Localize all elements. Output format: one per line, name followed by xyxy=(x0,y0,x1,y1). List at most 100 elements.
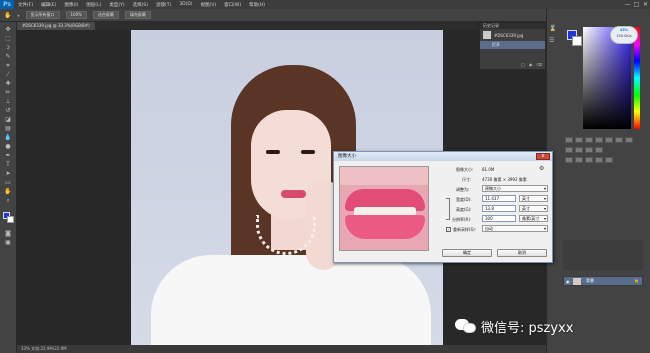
bw-adjust-icon[interactable] xyxy=(565,147,573,153)
brightness-adjust-icon[interactable] xyxy=(565,137,573,143)
resolution-input[interactable]: 300 xyxy=(482,215,516,222)
screen-mode-icon[interactable]: ▣ xyxy=(3,239,13,247)
blur-tool-icon[interactable]: 💧 xyxy=(3,134,13,142)
menu-view[interactable]: 视图(V) xyxy=(197,2,221,8)
gradient-map-adjust-icon[interactable] xyxy=(595,157,603,163)
layers-panel: ◉ 背景 🔒 xyxy=(563,240,648,310)
levels-adjust-icon[interactable] xyxy=(575,137,583,143)
fill-screen-button[interactable]: 填充屏幕 xyxy=(124,11,151,19)
wechat-icon xyxy=(455,317,477,335)
snapshot-label: #DSC6339.jpg xyxy=(494,32,524,38)
photoshop-logo: Ps xyxy=(0,0,14,9)
history-brush-tool-icon[interactable]: ↺ xyxy=(3,107,13,115)
trash-icon[interactable]: ⌫ xyxy=(536,62,542,67)
type-tool-icon[interactable]: T xyxy=(3,161,13,169)
ok-button[interactable]: 确定 xyxy=(442,249,492,257)
minimize-icon[interactable]: — xyxy=(623,0,632,9)
gradient-tool-icon[interactable]: ▤ xyxy=(3,125,13,133)
resolution-unit-select[interactable]: 像素/英寸 xyxy=(519,215,548,222)
menu-filter[interactable]: 滤镜(T) xyxy=(152,2,175,8)
layer-lock-icon: 🔒 xyxy=(634,278,639,283)
wechat-watermark: 微信号: pszyxx xyxy=(455,314,650,338)
exposure-adjust-icon[interactable] xyxy=(595,137,603,143)
layers-panel-toolbar xyxy=(563,240,643,270)
hue-adjust-icon[interactable] xyxy=(615,137,623,143)
menu-help[interactable]: 帮助(H) xyxy=(245,2,269,8)
hand-tool-icon[interactable]: ✋ xyxy=(4,12,11,19)
brush-tool-icon[interactable]: ✏ xyxy=(3,89,13,97)
curves-adjust-icon[interactable] xyxy=(585,137,593,143)
zoom-100-button[interactable]: 100% xyxy=(65,11,87,19)
document-tab-bar: #DSC6339.jpg @ 33.3%(RGB/8#) xyxy=(17,22,477,30)
menu-layer[interactable]: 图层(L) xyxy=(82,2,105,8)
dialog-settings-gear-icon[interactable]: ⚙ xyxy=(539,165,544,172)
dodge-tool-icon[interactable]: ● xyxy=(3,143,13,151)
posterize-adjust-icon[interactable] xyxy=(575,157,583,163)
tab-document[interactable]: #DSC6339.jpg @ 33.3%(RGB/8#) xyxy=(17,22,95,30)
resample-method-select[interactable]: 自动 xyxy=(482,225,548,232)
zoom-tool-icon[interactable]: ⌕ xyxy=(3,197,13,205)
color-lookup-adjust-icon[interactable] xyxy=(595,147,603,153)
marquee-tool-icon[interactable]: ⬚ xyxy=(3,35,13,43)
show-all-windows-button[interactable]: 显示所有窗口 xyxy=(25,11,60,19)
new-document-icon[interactable]: ▢ xyxy=(521,62,525,67)
clone-stamp-tool-icon[interactable]: ⊥ xyxy=(3,98,13,106)
healing-brush-tool-icon[interactable]: ✚ xyxy=(3,80,13,88)
maximize-icon[interactable]: □ xyxy=(632,0,641,9)
height-input[interactable]: 13.8 xyxy=(482,205,516,212)
image-size-dialog: 图像大小 x 图像大小: 81.0M ⚙ 尺寸: 4730 像素 × 3992 … xyxy=(333,151,553,263)
history-entry-label: 打开 xyxy=(492,42,500,47)
camera-icon[interactable]: ◉ xyxy=(529,62,533,67)
menu-image[interactable]: 图像(I) xyxy=(60,2,82,8)
color-balance-adjust-icon[interactable] xyxy=(625,137,633,143)
tool-preset-chevron-icon[interactable]: ▾ xyxy=(17,13,19,18)
cancel-button[interactable]: 取消 xyxy=(497,249,547,257)
eyedropper-tool-icon[interactable]: ⁄ xyxy=(3,71,13,79)
constrain-proportions-link-icon[interactable] xyxy=(446,198,450,220)
dialog-preview[interactable] xyxy=(339,166,429,251)
move-tool-icon[interactable]: ✥ xyxy=(3,26,13,34)
pen-tool-icon[interactable]: ✒ xyxy=(3,152,13,160)
eye-left xyxy=(266,150,280,154)
history-entry-open[interactable]: 打开 xyxy=(480,41,545,49)
lasso-tool-icon[interactable]: ↄ xyxy=(3,44,13,52)
layer-visibility-icon[interactable]: ◉ xyxy=(566,279,570,284)
invert-adjust-icon[interactable] xyxy=(565,157,573,163)
layer-row-background[interactable]: ◉ 背景 🔒 xyxy=(563,276,643,286)
preview-lower-lip xyxy=(345,215,425,239)
menu-type[interactable]: 类型(Y) xyxy=(105,2,128,8)
photo-filter-adjust-icon[interactable] xyxy=(575,147,583,153)
channel-mixer-adjust-icon[interactable] xyxy=(585,147,593,153)
hue-slider[interactable] xyxy=(634,27,640,129)
panel-strip-icon-properties[interactable]: ☰ xyxy=(549,37,554,44)
background-color-swatch[interactable] xyxy=(7,216,14,223)
menu-window[interactable]: 窗口(W) xyxy=(220,2,245,8)
vibrance-adjust-icon[interactable] xyxy=(605,137,613,143)
threshold-adjust-icon[interactable] xyxy=(585,157,593,163)
shape-tool-icon[interactable]: ▭ xyxy=(3,179,13,187)
crop-tool-icon[interactable]: ⌗ xyxy=(3,62,13,70)
fit-to-select[interactable]: 原稿大小 xyxy=(482,185,548,192)
menu-select[interactable]: 选择(S) xyxy=(129,2,152,8)
panel-background-swatch[interactable] xyxy=(572,36,582,46)
eraser-tool-icon[interactable]: ◪ xyxy=(3,116,13,124)
quick-select-tool-icon[interactable]: ✎ xyxy=(3,53,13,61)
fit-screen-button[interactable]: 适合屏幕 xyxy=(92,11,119,19)
menu-3d[interactable]: 3D(D) xyxy=(175,2,196,7)
close-icon[interactable]: ✕ xyxy=(641,0,650,9)
width-unit-select[interactable]: 英寸 xyxy=(519,195,548,202)
path-select-tool-icon[interactable]: ➤ xyxy=(3,170,13,178)
history-snapshot[interactable]: #DSC6339.jpg xyxy=(480,29,545,41)
height-unit-select[interactable]: 英寸 xyxy=(519,205,548,212)
menu-file[interactable]: 文件(F) xyxy=(14,2,37,8)
dialog-close-button[interactable]: x xyxy=(536,153,550,160)
quick-mask-icon[interactable]: ◙ xyxy=(3,230,13,238)
menu-edit[interactable]: 编辑(E) xyxy=(37,2,60,8)
panel-strip-icon-history[interactable]: ⌛ xyxy=(549,25,556,32)
width-input[interactable]: 11.437 xyxy=(482,195,516,202)
hand-tool-icon[interactable]: ✋ xyxy=(3,188,13,196)
resample-checkbox[interactable]: ✓ xyxy=(446,227,451,232)
selective-color-adjust-icon[interactable] xyxy=(605,157,613,163)
badge-speed: 150.0K/s xyxy=(616,34,632,38)
network-speed-badge: 43% 150.0K/s xyxy=(610,26,638,44)
